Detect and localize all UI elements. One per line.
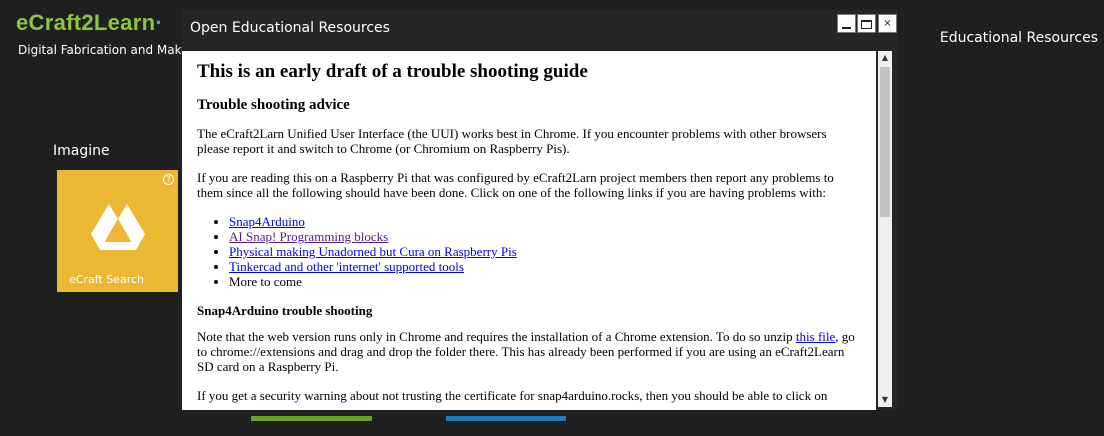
doc-paragraph: If you get a security warning about not … (197, 388, 828, 403)
link-physical-making[interactable]: Physical making Unadorned but Cura on Ra… (229, 244, 517, 259)
document-viewport[interactable]: This is an early draft of a trouble shoo… (182, 51, 876, 410)
list-item: AI Snap! Programming blocks (229, 229, 861, 244)
blue-tab-bar[interactable] (446, 416, 566, 421)
google-drive-icon (91, 204, 145, 250)
doc-paragraph: Note that the web version runs only in C… (197, 329, 861, 374)
green-tab-bar[interactable] (251, 416, 372, 421)
logo-dot: · (155, 10, 163, 35)
list-item: More to come (229, 274, 861, 289)
doc-heading: This is an early draft of a trouble shoo… (197, 61, 588, 82)
logo-text: eCraft2Learn (16, 10, 156, 35)
minimize-icon (842, 27, 851, 29)
link-tinkercad[interactable]: Tinkercad and other 'internet' supported… (229, 259, 464, 274)
doc-paragraph: The eCraft2Larn Unified User Interface (… (197, 126, 827, 156)
minimize-button[interactable] (837, 14, 856, 33)
list-item: Physical making Unadorned but Cura on Ra… (229, 244, 861, 259)
troubleshooting-links: Snap4Arduino AI Snap! Programming blocks… (197, 214, 861, 289)
tile-label: eCraft Search (69, 273, 144, 286)
link-this-file[interactable]: this file (796, 329, 835, 344)
close-button[interactable]: × (878, 14, 897, 33)
ecraft2learn-logo: eCraft2Learn· (16, 10, 163, 36)
troubleshooting-document: This is an early draft of a trouble shoo… (182, 51, 876, 403)
link-snap4arduino[interactable]: Snap4Arduino (229, 214, 305, 229)
header-educational-resources[interactable]: Educational Resources (940, 30, 1098, 46)
list-item: Tinkercad and other 'internet' supported… (229, 259, 861, 274)
help-icon[interactable]: ? (163, 174, 174, 185)
app-subtitle: Digital Fabrication and Maker Mo (18, 43, 186, 57)
oer-dialog: Open Educational Resources × This is an … (182, 10, 898, 410)
scroll-up-arrow-icon[interactable]: ▲ (878, 51, 892, 65)
scroll-down-arrow-icon[interactable]: ▼ (878, 393, 892, 407)
scroll-thumb[interactable] (880, 67, 890, 217)
dialog-title: Open Educational Resources (190, 20, 390, 36)
vertical-scrollbar[interactable]: ▲ ▼ (878, 51, 892, 407)
doc-paragraph: If you are reading this on a Raspberry P… (197, 170, 834, 200)
doc-text: Note that the web version runs only in C… (197, 329, 796, 344)
doc-subheading: Trouble shooting advice (197, 97, 350, 113)
maximize-button[interactable] (857, 14, 876, 33)
ecraft-search-tile[interactable]: ? eCraft Search (57, 170, 178, 292)
link-ai-snap-blocks[interactable]: AI Snap! Programming blocks (229, 229, 388, 244)
maximize-icon (861, 20, 872, 29)
list-item: Snap4Arduino (229, 214, 861, 229)
doc-section-heading: Snap4Arduino trouble shooting (197, 303, 373, 318)
section-label-imagine: Imagine (53, 143, 110, 159)
